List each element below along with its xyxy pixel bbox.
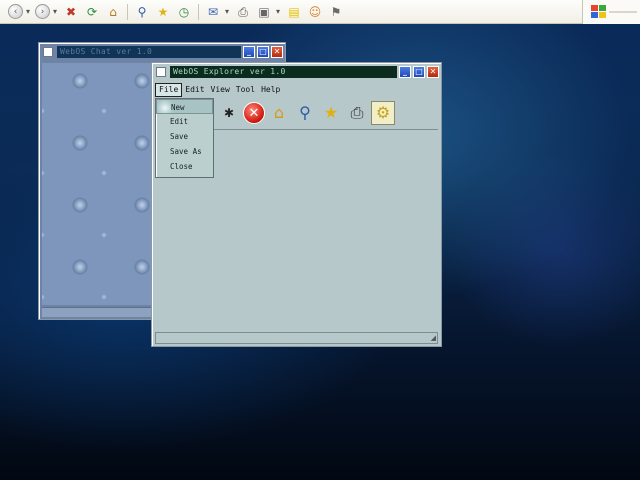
window-icon [43,47,53,57]
discuss-icon[interactable]: ⚑ [327,3,345,21]
window-icon [156,67,166,77]
refresh-icon[interactable]: ⟳ [83,3,101,21]
maximize-button[interactable]: □ [413,66,425,78]
messenger-icon[interactable]: ☺ [306,3,324,21]
chat-window-title: WebOS Chat ver 1.0 [57,46,241,58]
close-button[interactable]: ✕ [271,46,283,58]
windows-flag-icon [591,5,607,19]
mail-dropdown-icon[interactable]: ▾ [225,7,231,16]
close-button[interactable]: ✕ [427,66,439,78]
file-menu-save-as[interactable]: Save As [156,144,213,159]
edit-dropdown-icon[interactable]: ▾ [276,7,282,16]
stop-icon[interactable]: ✖ [62,3,80,21]
search-icon[interactable]: ⚲ [133,3,151,21]
explorer-statusbar: ◢ [155,332,438,344]
explorer-window-title: WebOS Explorer ver 1.0 [170,66,397,78]
mail-icon[interactable]: ✉ [204,3,222,21]
forward-arrow-icon[interactable]: ✱ [217,101,241,125]
search-icon[interactable]: ⚲ [293,101,317,125]
file-menu-dropdown: New Edit Save Save As Close [155,98,214,178]
back-icon[interactable]: ‹ [8,4,23,19]
print-icon[interactable]: ⎙ [234,3,252,21]
file-menu-save[interactable]: Save [156,129,213,144]
stop-icon[interactable]: ✕ [243,102,265,124]
resize-grip-icon[interactable]: ◢ [428,334,436,342]
maximize-button[interactable]: □ [257,46,269,58]
back-dropdown-icon[interactable]: ▾ [26,7,32,16]
browser-toolbar: ‹ ▾ › ▾ ✖ ⟳ ⌂ ⚲ ★ ◷ ✉ ▾ ⎙ ▣ ▾ ▤ ☺ ⚑ [0,0,640,24]
notes-icon[interactable]: ▤ [285,3,303,21]
menu-help[interactable]: Help [258,83,283,97]
menu-edit[interactable]: Edit [182,83,207,97]
history-icon[interactable]: ◷ [175,3,193,21]
menu-tool[interactable]: Tool [233,83,258,97]
edit-icon[interactable]: ▣ [255,3,273,21]
favorites-icon[interactable]: ★ [319,101,343,125]
home-icon[interactable]: ⌂ [104,3,122,21]
menubar: File Edit View Tool Help [155,83,438,97]
favorites-icon[interactable]: ★ [154,3,172,21]
forward-icon[interactable]: › [35,4,50,19]
menu-view[interactable]: View [208,83,233,97]
toolbar-grip [609,11,637,13]
chat-titlebar[interactable]: WebOS Chat ver 1.0 _ □ ✕ [41,45,283,59]
toolbar-separator [198,3,199,20]
settings-icon[interactable]: ⚙ [371,101,395,125]
forward-dropdown-icon[interactable]: ▾ [53,7,59,16]
minimize-button[interactable]: _ [243,46,255,58]
windows-logo-throbber [582,0,640,24]
file-menu-close[interactable]: Close [156,159,213,174]
file-menu-edit[interactable]: Edit [156,114,213,129]
file-menu-new[interactable]: New [156,99,213,114]
toolbar-separator [127,3,128,20]
home-icon[interactable]: ⌂ [267,101,291,125]
minimize-button[interactable]: _ [399,66,411,78]
print-icon[interactable]: ⎙ [345,101,369,125]
explorer-titlebar[interactable]: WebOS Explorer ver 1.0 _ □ ✕ [154,65,439,79]
menu-file[interactable]: File [155,83,183,97]
